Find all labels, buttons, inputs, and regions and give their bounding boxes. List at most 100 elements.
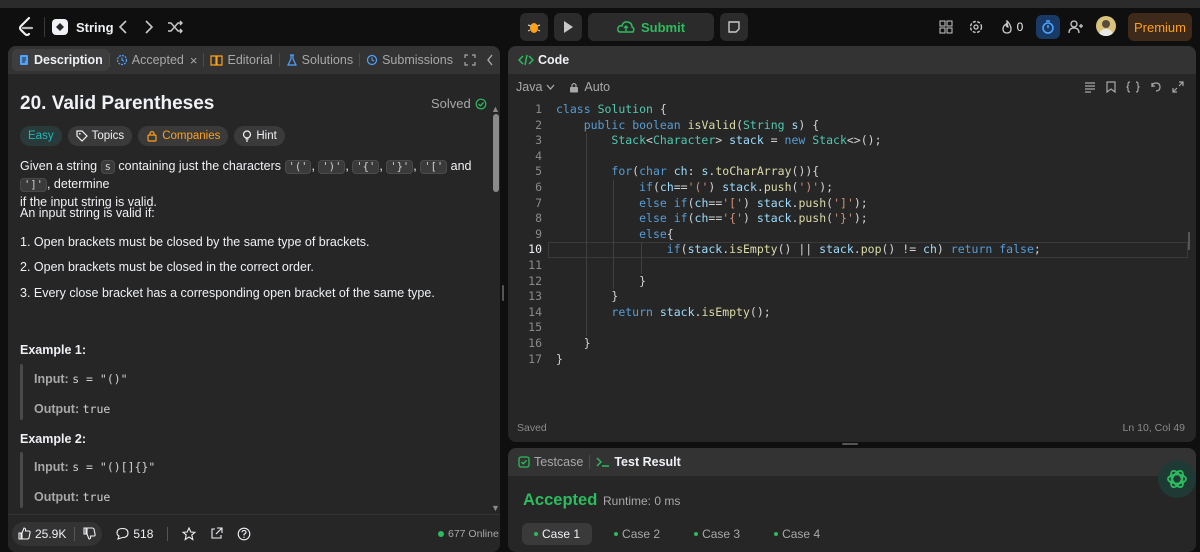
code-line[interactable]: 1 class Solution {: [508, 102, 1196, 118]
code-line[interactable]: 10 if(stack.isEmpty() || stack.pop() != …: [508, 242, 1196, 258]
help-button[interactable]: [237, 527, 251, 541]
rule-3: 3. Every close bracket has a correspondi…: [20, 286, 435, 300]
submit-button[interactable]: Submit: [588, 13, 714, 41]
panel-resize-handle[interactable]: [842, 443, 858, 445]
debug-button[interactable]: [520, 13, 548, 41]
code-line[interactable]: 5 for(char ch: s.toCharArray()){: [508, 164, 1196, 180]
shuffle-button[interactable]: [164, 16, 186, 38]
code-text: }: [556, 273, 647, 288]
code-line[interactable]: 14 return stack.isEmpty();: [508, 305, 1196, 321]
settings-button[interactable]: [966, 16, 986, 38]
code-line[interactable]: 16 }: [508, 336, 1196, 352]
case-tab-3[interactable]: Case 3: [682, 523, 752, 545]
next-problem-button[interactable]: [138, 16, 160, 38]
line-number: 8: [535, 211, 542, 226]
flask-icon: [286, 54, 297, 66]
editor-actions: [1084, 81, 1184, 93]
tab-accepted[interactable]: Accepted ×: [110, 46, 204, 74]
ai-assistant-button[interactable]: [1158, 460, 1196, 498]
premium-button[interactable]: Premium: [1128, 13, 1192, 41]
scroll-up-icon[interactable]: ▲: [491, 104, 500, 114]
topics-button[interactable]: Topics: [67, 126, 133, 146]
prev-problem-button[interactable]: [112, 16, 134, 38]
tab-submissions-label: Submissions: [382, 53, 453, 67]
code-line[interactable]: 2 public boolean isValid(String s) {: [508, 118, 1196, 134]
rule-1: 1. Open brackets must be closed by the s…: [20, 235, 370, 249]
dislike-button[interactable]: [83, 527, 97, 540]
code-text: for(char ch: s.toCharArray()){: [611, 164, 820, 179]
autocomplete-toggle[interactable]: Auto: [569, 80, 610, 94]
browser-strip: [0, 0, 1200, 8]
tab-testcase[interactable]: Testcase: [508, 448, 589, 476]
favorite-button[interactable]: [182, 526, 197, 541]
play-icon: [564, 21, 573, 33]
expand-icon[interactable]: [1172, 81, 1184, 93]
language-select[interactable]: Java: [516, 80, 555, 94]
code-text: else{: [639, 226, 674, 241]
code-line[interactable]: 9 else{: [508, 227, 1196, 243]
case-tab-2[interactable]: Case 2: [602, 523, 672, 545]
comments-button[interactable]: 518: [116, 527, 153, 541]
tab-test-result[interactable]: Test Result: [590, 448, 686, 476]
case-tab-4[interactable]: Case 4: [762, 523, 832, 545]
code-line[interactable]: 12 }: [508, 274, 1196, 290]
invite-user-button[interactable]: [1064, 16, 1088, 38]
cursor-position: Ln 10, Col 49: [1122, 422, 1185, 434]
problem-list-button[interactable]: String: [52, 16, 114, 38]
maximize-panel-button[interactable]: [458, 46, 482, 74]
topics-label: Topics: [91, 130, 125, 142]
code-line[interactable]: 15: [508, 320, 1196, 336]
line-number: 5: [535, 164, 542, 179]
tab-submissions[interactable]: Submissions: [360, 46, 459, 74]
timer-button[interactable]: [1036, 15, 1060, 39]
case-tab-1[interactable]: Case 1: [522, 523, 593, 545]
runtime-text: Runtime: 0 ms: [603, 494, 681, 508]
expand-icon: [464, 54, 476, 66]
streak-counter[interactable]: 0: [998, 16, 1026, 38]
rule-2: 2. Open brackets must be closed in the c…: [20, 260, 314, 274]
braces-icon[interactable]: [1126, 81, 1140, 93]
leetcode-logo-icon[interactable]: [14, 14, 38, 40]
code-line[interactable]: 13 }: [508, 289, 1196, 305]
line-number: 14: [528, 304, 542, 319]
code-line[interactable]: 11: [508, 258, 1196, 274]
comments-count: 518: [133, 526, 154, 541]
page-title[interactable]: 20. Valid Parentheses: [20, 93, 214, 115]
solved-status: Solved: [431, 96, 487, 111]
hint-button[interactable]: Hint: [234, 126, 285, 146]
pass-dot-icon: [534, 532, 538, 536]
tab-code[interactable]: Code: [508, 46, 575, 74]
layout-button[interactable]: [936, 16, 956, 38]
tab-editorial[interactable]: Editorial: [204, 46, 278, 74]
code-line[interactable]: 6 if(ch=='(') stack.push(')');: [508, 180, 1196, 196]
code-line[interactable]: 3 Stack<Character> stack = new Stack<>()…: [508, 133, 1196, 149]
panel-resize-handle[interactable]: [502, 285, 504, 301]
like-button[interactable]: 25.9K: [18, 527, 66, 541]
online-indicator: 677 Online: [438, 515, 499, 552]
share-button[interactable]: [210, 527, 223, 540]
code-line[interactable]: 8 else if(ch=='{') stack.push('}');: [508, 211, 1196, 227]
run-button[interactable]: [554, 13, 582, 41]
book-icon: [210, 55, 224, 66]
companies-button[interactable]: Companies: [138, 126, 229, 146]
bookmark-icon[interactable]: [1106, 81, 1116, 93]
code-line[interactable]: 4: [508, 149, 1196, 165]
code-line[interactable]: 7 else if(ch=='[') stack.push(']');: [508, 196, 1196, 212]
editor-scrollbar[interactable]: [1182, 102, 1190, 410]
close-icon[interactable]: ×: [190, 53, 198, 68]
description-scrollbar[interactable]: [493, 114, 499, 192]
tab-code-label: Code: [538, 53, 570, 67]
code-line[interactable]: 17}: [508, 352, 1196, 368]
tab-description[interactable]: Description: [12, 49, 109, 71]
collapse-panel-button[interactable]: [480, 46, 500, 74]
avatar[interactable]: [1096, 16, 1116, 36]
pass-dot-icon: [774, 532, 779, 536]
example-2-title: Example 2:: [20, 432, 87, 446]
tab-solutions[interactable]: Solutions: [280, 46, 359, 74]
streak-count: 0: [1016, 20, 1024, 34]
question-icon: [238, 527, 251, 540]
scroll-down-icon[interactable]: ▼: [491, 503, 500, 513]
notes-button[interactable]: [720, 13, 748, 41]
reset-icon[interactable]: [1150, 81, 1162, 93]
format-icon[interactable]: [1084, 81, 1096, 93]
